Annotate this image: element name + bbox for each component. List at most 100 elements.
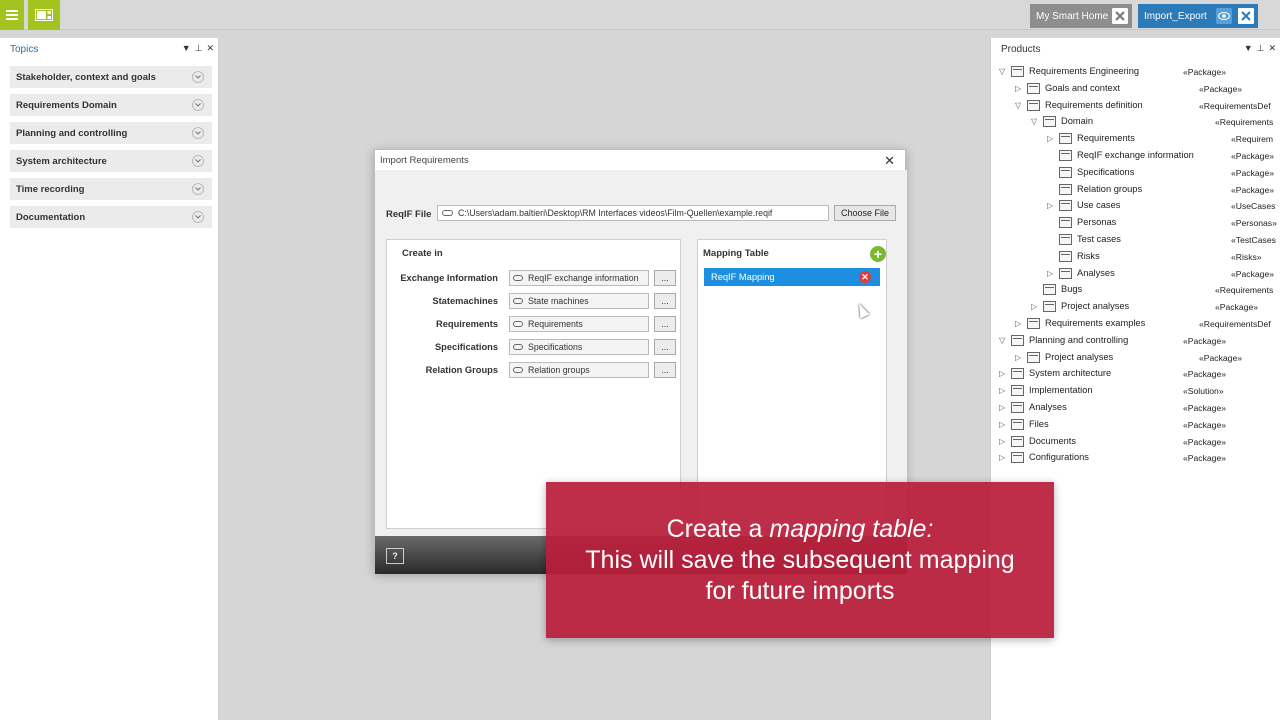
tree-item[interactable]: ▽ Planning and controlling «Package» <box>991 333 1280 350</box>
view-switch-button[interactable] <box>28 0 60 30</box>
chevron-down-icon[interactable] <box>192 155 204 167</box>
expand-arrow-icon[interactable]: ▷ <box>1031 302 1039 312</box>
target-field[interactable]: Requirements <box>509 316 649 332</box>
add-icon[interactable]: + <box>870 246 886 262</box>
expand-arrow-icon[interactable]: ▷ <box>1047 269 1055 279</box>
tree-item[interactable]: Risks «Risks» <box>991 249 1280 266</box>
close-icon[interactable] <box>1238 8 1254 24</box>
tree-item[interactable]: ▷ Configurations «Package» <box>991 450 1280 467</box>
browse-button[interactable]: ... <box>654 270 676 286</box>
tree-item[interactable]: ▷ Implementation «Solution» <box>991 383 1280 400</box>
close-icon[interactable]: ✕ <box>206 43 214 54</box>
tree-item[interactable]: ▽ Requirements Engineering «Package» <box>991 64 1280 81</box>
browse-button[interactable]: ... <box>654 316 676 332</box>
tab-my-smart-home[interactable]: My Smart Home <box>1030 4 1132 28</box>
tree-item[interactable]: ▷ Goals and context «Package» <box>991 81 1280 98</box>
collapse-arrow-icon[interactable]: ▽ <box>1031 117 1039 127</box>
target-field[interactable]: Specifications <box>509 339 649 355</box>
browse-button[interactable]: ... <box>654 339 676 355</box>
expand-arrow-icon[interactable]: ▷ <box>999 420 1007 430</box>
expand-arrow-icon[interactable]: ▷ <box>999 386 1007 396</box>
chevron-down-icon[interactable] <box>192 99 204 111</box>
expand-arrow-icon[interactable]: ▷ <box>999 369 1007 379</box>
expand-arrow-icon[interactable]: ▷ <box>1015 319 1023 329</box>
tree-item[interactable]: ▷ Analyses «Package» <box>991 266 1280 283</box>
expand-arrow-icon[interactable]: ▷ <box>999 437 1007 447</box>
delete-icon[interactable]: ✕ <box>859 271 871 283</box>
link-icon <box>513 298 523 304</box>
tree-item[interactable]: Personas «Personas» <box>991 215 1280 232</box>
tree-item[interactable]: ▷ System architecture «Package» <box>991 366 1280 383</box>
browse-button[interactable]: ... <box>654 293 676 309</box>
help-button[interactable]: ? <box>386 548 404 564</box>
tree-item[interactable]: Bugs «Requirements <box>991 282 1280 299</box>
topic-item[interactable]: Requirements Domain <box>10 94 212 116</box>
browse-button[interactable]: ... <box>654 362 676 378</box>
mapping-item[interactable]: ReqIF Mapping ✕ <box>704 268 880 286</box>
tree-item-label: Specifications <box>1077 166 1135 177</box>
tree-item[interactable]: ▷ Project analyses «Package» <box>991 299 1280 316</box>
link-icon <box>513 367 523 373</box>
tree-item[interactable]: ▷ Requirements examples «RequirementsDef <box>991 316 1280 333</box>
tree-item[interactable]: ▷ Files «Package» <box>991 417 1280 434</box>
eye-icon[interactable] <box>1216 8 1232 24</box>
tree-item[interactable]: ▽ Domain «Requirements <box>991 114 1280 131</box>
caption-emphasis: mapping table: <box>769 515 934 543</box>
expand-arrow-icon[interactable]: ▷ <box>999 453 1007 463</box>
expand-arrow-icon[interactable]: ▷ <box>1015 84 1023 94</box>
close-icon[interactable]: ✕ <box>884 153 895 169</box>
stereotype-label: «Solution» <box>1183 386 1224 397</box>
close-icon[interactable]: ✕ <box>1268 43 1276 54</box>
tree-item[interactable]: ▷ Analyses «Package» <box>991 400 1280 417</box>
target-field[interactable]: State machines <box>509 293 649 309</box>
chevron-down-icon[interactable] <box>192 71 204 83</box>
menu-button[interactable] <box>0 0 24 30</box>
tab-label: My Smart Home <box>1036 10 1109 22</box>
tree-item[interactable]: ▽ Requirements definition «RequirementsDef <box>991 98 1280 115</box>
dropdown-icon[interactable]: ▼ <box>1244 43 1253 54</box>
tree-item[interactable]: ▷ Requirements «Requirem <box>991 131 1280 148</box>
package-icon <box>1011 435 1024 447</box>
stereotype-label: «Package» <box>1199 352 1243 363</box>
chevron-down-icon[interactable] <box>192 211 204 223</box>
tree-item-label: Goals and context <box>1045 82 1120 93</box>
pin-icon[interactable]: ⊥ <box>1257 43 1265 54</box>
tab-import-export[interactable]: Import_Export <box>1138 4 1258 28</box>
hamburger-icon <box>6 10 18 20</box>
collapse-arrow-icon[interactable]: ▽ <box>999 67 1007 77</box>
tree-item[interactable]: Test cases «TestCases <box>991 232 1280 249</box>
expand-arrow-icon[interactable]: ▷ <box>1015 353 1023 363</box>
close-icon[interactable] <box>1112 8 1128 24</box>
tree-item[interactable]: ReqIF exchange information «Package» <box>991 148 1280 165</box>
dropdown-icon[interactable]: ▼ <box>182 43 191 54</box>
topic-label: Time recording <box>16 183 85 195</box>
reqif-file-path: C:\Users\adam.baltieri\Desktop\RM Interf… <box>458 208 773 218</box>
package-icon <box>1059 250 1072 262</box>
collapse-arrow-icon[interactable]: ▽ <box>1015 101 1023 111</box>
topic-item[interactable]: Stakeholder, context and goals <box>10 66 212 88</box>
tree-item[interactable]: Relation groups «Package» <box>991 182 1280 199</box>
pin-icon[interactable]: ⊥ <box>195 43 203 54</box>
expand-arrow-icon[interactable]: ▷ <box>1047 134 1055 144</box>
tree-item[interactable]: ▷ Use cases «UseCases <box>991 198 1280 215</box>
topic-item[interactable]: Planning and controlling <box>10 122 212 144</box>
chevron-down-icon[interactable] <box>192 127 204 139</box>
topic-item[interactable]: Documentation <box>10 206 212 228</box>
stereotype-label: «Requirements <box>1215 117 1274 128</box>
tree-item[interactable]: ▷ Documents «Package» <box>991 434 1280 451</box>
expand-arrow-icon[interactable]: ▷ <box>999 403 1007 413</box>
target-field[interactable]: Relation groups <box>509 362 649 378</box>
expand-arrow-icon[interactable]: ▷ <box>1047 201 1055 211</box>
tree-item-label: Implementation <box>1029 385 1093 396</box>
topic-item[interactable]: Time recording <box>10 178 212 200</box>
topic-item[interactable]: System architecture <box>10 150 212 172</box>
reqif-file-field[interactable]: C:\Users\adam.baltieri\Desktop\RM Interf… <box>437 205 829 221</box>
collapse-arrow-icon[interactable]: ▽ <box>999 336 1007 346</box>
tree-item[interactable]: ▷ Project analyses «Package» <box>991 350 1280 367</box>
stereotype-label: «Personas» <box>1231 218 1277 229</box>
target-field[interactable]: ReqIF exchange information <box>509 270 649 286</box>
choose-file-button[interactable]: Choose File <box>834 205 896 221</box>
chevron-down-icon[interactable] <box>192 183 204 195</box>
tree-item[interactable]: Specifications «Package» <box>991 165 1280 182</box>
panel-title: Products <box>1001 43 1041 55</box>
